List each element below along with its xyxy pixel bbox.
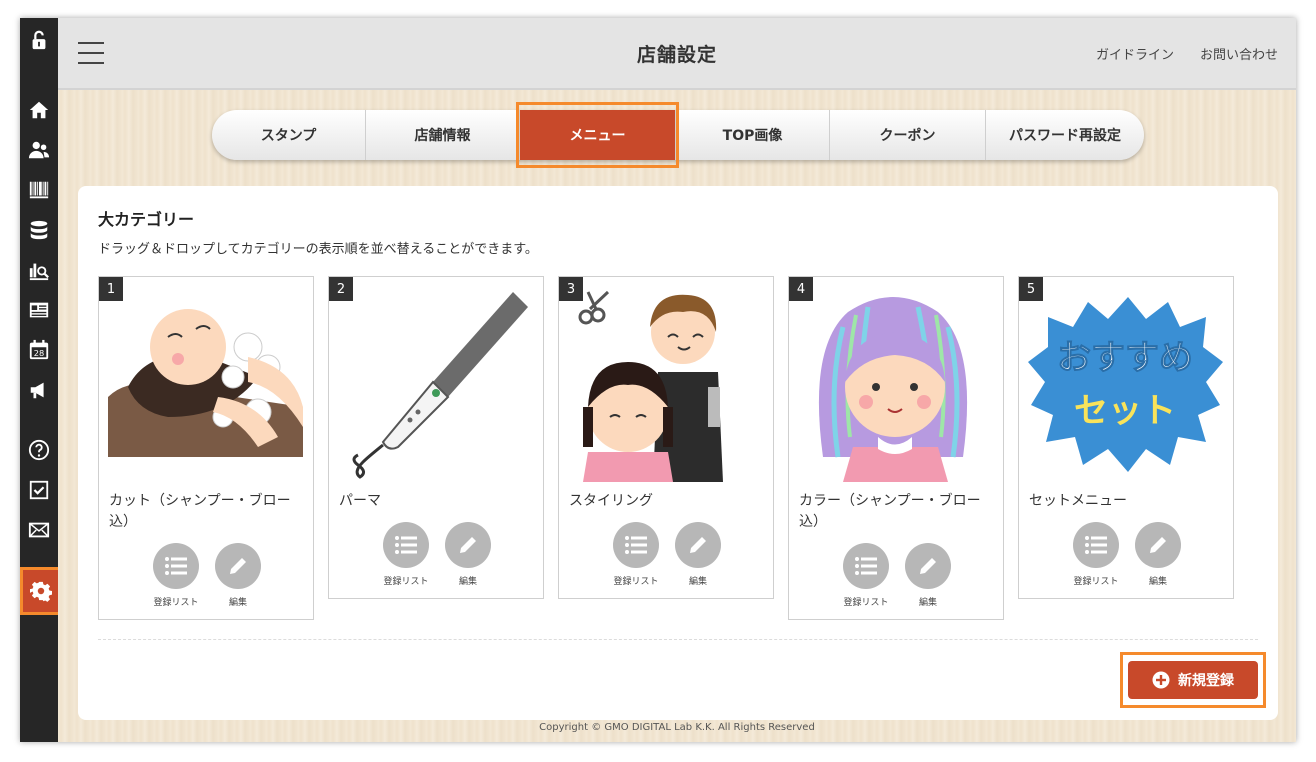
tab-coupon[interactable]: クーポン	[830, 110, 986, 160]
users-icon[interactable]	[25, 136, 53, 164]
edit-button[interactable]: 編集	[675, 522, 721, 587]
category-card[interactable]: 3 スタイリング 登録リスト 編集	[558, 276, 774, 599]
colored-hair-girl-illustration	[818, 297, 968, 482]
edit-button[interactable]: 編集	[215, 543, 261, 608]
list-icon	[383, 522, 429, 568]
recommended-set-badge: おすすめ セット	[1028, 297, 1223, 472]
svg-text:セット: セット	[1074, 391, 1176, 431]
hairdresser-illustration	[578, 290, 723, 482]
app-window: 28 店舗設定 ガイドライン お問い合わせ スタンプ 店舗情報 メニュー TOP…	[20, 18, 1296, 742]
edit-button[interactable]: 編集	[1135, 522, 1181, 587]
card-label: カラー（シャンプー・ブロー込）	[799, 493, 981, 530]
new-register-highlight: 新規登録	[1120, 652, 1266, 708]
lock-open-icon[interactable]	[25, 26, 53, 54]
gear-icon	[30, 581, 52, 602]
hair-washing-illustration	[108, 307, 303, 457]
card-label: セットメニュー	[1029, 493, 1127, 509]
section-title: 大カテゴリー	[98, 210, 195, 229]
tab-bar: スタンプ 店舗情報 メニュー TOP画像 クーポン パスワード再設定	[212, 102, 1144, 168]
contact-link[interactable]: お問い合わせ	[1200, 44, 1278, 63]
card-label: パーマ	[339, 493, 381, 509]
list-icon	[1073, 522, 1119, 568]
top-bar: 店舗設定 ガイドライン お問い合わせ	[58, 18, 1296, 90]
card-actions: 登録リスト 編集	[559, 522, 775, 587]
pencil-icon	[445, 522, 491, 568]
category-card[interactable]: 2 パーマ 登録リスト 編集	[328, 276, 544, 599]
chart-search-icon[interactable]	[25, 256, 53, 284]
tab-menu[interactable]: メニュー	[516, 102, 679, 168]
pencil-icon	[1135, 522, 1181, 568]
card-actions: 登録リスト 編集	[329, 522, 545, 587]
pencil-icon	[675, 522, 721, 568]
pencil-icon	[905, 543, 951, 589]
new-register-button[interactable]: 新規登録	[1128, 661, 1258, 699]
tab-password-reset[interactable]: パスワード再設定	[986, 110, 1144, 160]
category-card[interactable]: 4 カラー（シャンプー・ブロー込） 登録リスト 編集	[788, 276, 1004, 620]
section-description: ドラッグ＆ドロップしてカテゴリーの表示順を並べ替えることができます。	[98, 242, 538, 257]
divider	[98, 639, 1258, 640]
card-actions: 登録リスト 編集	[1019, 522, 1235, 587]
guideline-link[interactable]: ガイドライン	[1096, 44, 1174, 63]
database-icon[interactable]	[25, 216, 53, 244]
tab-stamp[interactable]: スタンプ	[212, 110, 366, 160]
registered-list-button[interactable]: 登録リスト	[383, 522, 429, 587]
card-label: カット（シャンプー・ブロー込）	[109, 493, 291, 530]
barcode-icon[interactable]	[25, 176, 53, 204]
hair-iron-illustration	[352, 292, 528, 479]
card-actions: 登録リスト 編集	[99, 543, 315, 608]
help-icon[interactable]	[25, 436, 53, 464]
list-icon	[613, 522, 659, 568]
card-label: スタイリング	[569, 493, 653, 509]
registered-list-button[interactable]: 登録リスト	[843, 543, 889, 608]
registered-list-button[interactable]: 登録リスト	[613, 522, 659, 587]
edit-button[interactable]: 編集	[445, 522, 491, 587]
checkbox-icon[interactable]	[25, 476, 53, 504]
list-icon	[153, 543, 199, 589]
registered-list-button[interactable]: 登録リスト	[1073, 522, 1119, 587]
registered-list-button[interactable]: 登録リスト	[153, 543, 199, 608]
svg-text:おすすめ: おすすめ	[1057, 338, 1193, 378]
megaphone-icon[interactable]	[25, 376, 53, 404]
edit-button[interactable]: 編集	[905, 543, 951, 608]
main-content: 店舗設定 ガイドライン お問い合わせ スタンプ 店舗情報 メニュー TOP画像 …	[58, 18, 1296, 742]
document-icon[interactable]	[25, 296, 53, 324]
mail-icon[interactable]	[25, 516, 53, 544]
tab-store-info[interactable]: 店舗情報	[366, 110, 520, 160]
calendar-icon[interactable]: 28	[25, 336, 53, 364]
category-card[interactable]: 5 おすすめ セット セットメニュー 登録リスト 編集	[1018, 276, 1234, 599]
tab-top-image[interactable]: TOP画像	[676, 110, 830, 160]
category-panel: 大カテゴリー ドラッグ＆ドロップしてカテゴリーの表示順を並べ替えることができます…	[78, 186, 1278, 720]
copyright: Copyright © GMO DIGITAL Lab K.K. All Rig…	[539, 722, 815, 733]
plus-circle-icon	[1152, 671, 1170, 689]
home-icon[interactable]	[25, 96, 53, 124]
new-register-label: 新規登録	[1178, 673, 1234, 689]
svg-text:28: 28	[34, 348, 45, 358]
sidebar-item-settings[interactable]	[20, 567, 62, 615]
pencil-icon	[215, 543, 261, 589]
category-card[interactable]: 1 カット（シャンプー・ブロー込） 登録リスト 編集	[98, 276, 314, 620]
card-actions: 登録リスト 編集	[789, 543, 1005, 608]
sidebar: 28	[20, 18, 62, 742]
list-icon	[843, 543, 889, 589]
